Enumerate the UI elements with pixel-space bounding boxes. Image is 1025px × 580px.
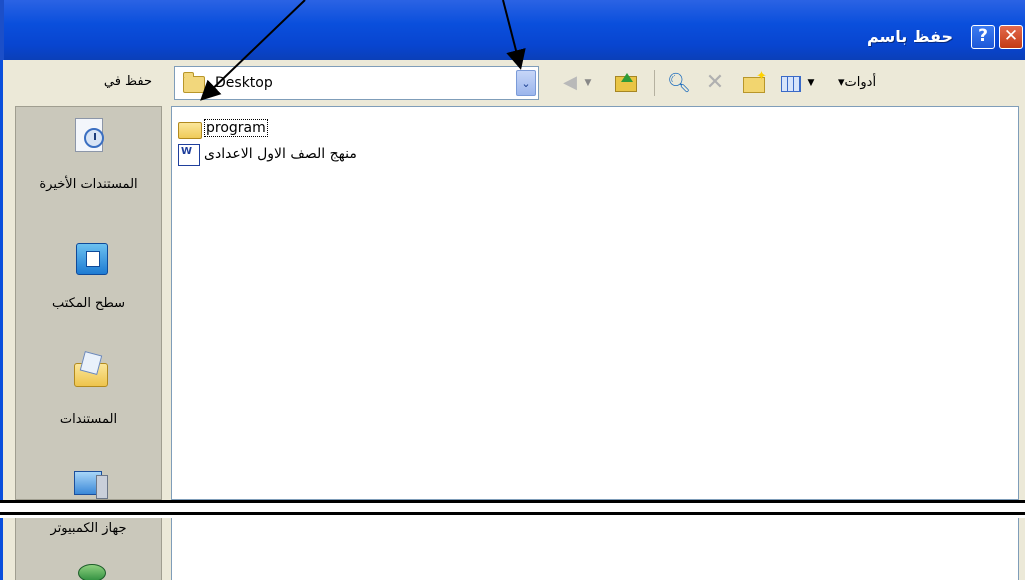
image-break-line <box>0 500 1025 503</box>
search-web-icon[interactable]: 🔍︎ <box>666 70 692 96</box>
desktop-icon <box>72 241 108 277</box>
up-one-level-icon[interactable] <box>612 70 638 96</box>
place-desktop[interactable]: سطح المكتب <box>15 235 162 325</box>
place-network[interactable] <box>15 548 162 580</box>
save-in-label: حفظ في <box>103 74 152 89</box>
close-button[interactable]: ✕ <box>999 25 1023 49</box>
back-icon[interactable]: ◀ <box>558 70 582 96</box>
save-in-dropdown[interactable]: Desktop ⌄ <box>174 66 539 100</box>
image-break-line <box>0 512 1025 515</box>
place-label: سطح المكتب <box>51 296 126 311</box>
recent-documents-icon <box>72 116 108 152</box>
place-label: المستندات <box>59 412 118 427</box>
file-name: program <box>204 119 268 137</box>
file-list[interactable] <box>171 106 1019 500</box>
place-label: المستندات الأخيرة <box>39 177 138 192</box>
file-list-lower[interactable] <box>171 518 1019 580</box>
toolbar-separator <box>654 70 655 96</box>
my-computer-icon <box>72 471 108 500</box>
network-places-icon <box>72 564 108 580</box>
new-folder-icon[interactable]: ✦ <box>740 70 767 96</box>
word-document-icon: W <box>178 144 200 166</box>
back-dropdown-icon[interactable]: ▼ <box>583 70 593 96</box>
current-folder-text: Desktop <box>215 75 273 91</box>
window-title: حفظ باسم <box>866 27 953 46</box>
my-documents-icon <box>72 351 108 389</box>
place-my-documents[interactable]: المستندات <box>15 345 162 435</box>
window-frame-edge <box>0 0 4 60</box>
views-dropdown-icon[interactable]: ▼ <box>806 70 816 96</box>
place-label: جهاز الكمبيوتر <box>50 521 127 536</box>
place-my-computer[interactable] <box>15 465 162 500</box>
folder-icon <box>178 122 202 139</box>
place-my-computer-label[interactable]: جهاز الكمبيوتر <box>15 520 162 544</box>
file-name: منهج الصف الاول الاعدادى <box>204 146 357 162</box>
help-button[interactable]: ? <box>971 25 995 49</box>
tools-menu[interactable]: ▾أدوات <box>838 70 876 96</box>
delete-icon[interactable]: ✕ <box>703 70 727 96</box>
folder-icon <box>183 72 205 93</box>
place-recent-documents[interactable]: المستندات الأخيرة <box>15 108 162 218</box>
views-icon[interactable] <box>779 70 801 96</box>
chevron-down-icon[interactable]: ⌄ <box>516 70 536 96</box>
